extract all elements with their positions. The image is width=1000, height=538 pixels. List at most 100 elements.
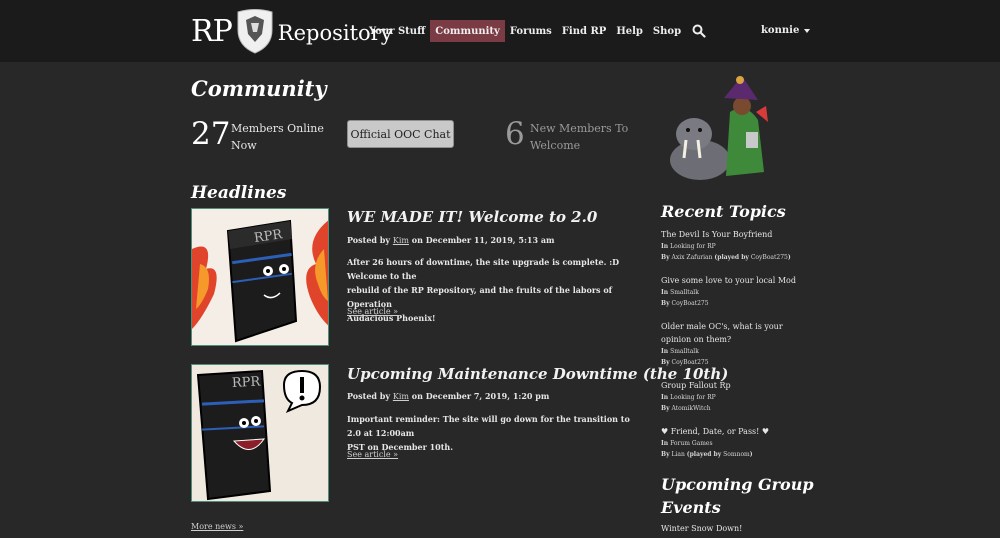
- group-events-heading-line: Events: [661, 498, 721, 517]
- logo-shield-icon: [237, 9, 273, 54]
- played-by-close: ): [787, 254, 791, 261]
- by-label: By: [661, 451, 670, 458]
- topic-forum: In Forum Games: [661, 438, 801, 449]
- see-article-link[interactable]: See article »: [347, 450, 398, 459]
- topic-title-line: opinion on them?: [661, 335, 732, 344]
- more-news-link[interactable]: More news »: [191, 522, 243, 531]
- author-link[interactable]: Lian: [671, 451, 684, 458]
- ooc-chat-button[interactable]: Official OOC Chat: [347, 120, 454, 148]
- online-count: 27: [191, 116, 231, 152]
- article-meta: Posted by Kim on December 11, 2019, 5:13…: [347, 235, 554, 245]
- in-label: In: [661, 348, 669, 355]
- article-date: on December 11, 2019, 5:13 am: [411, 235, 555, 245]
- topic-title-link[interactable]: Give some love to your local Mod: [661, 274, 801, 287]
- nav-shop[interactable]: Shop: [648, 20, 686, 42]
- article-title[interactable]: WE MADE IT! Welcome to 2.0: [347, 208, 597, 226]
- topic-author: By CoyBoat275: [661, 357, 801, 368]
- event-link[interactable]: Winter Snow Down!: [661, 524, 742, 533]
- author-link[interactable]: Kim: [393, 236, 409, 245]
- forum-link[interactable]: Looking for RP: [670, 394, 716, 401]
- online-label-line: Now: [231, 139, 257, 152]
- article-body-line: After 26 hours of downtime, the site upg…: [347, 257, 620, 281]
- article-thumbnail[interactable]: RPR: [191, 364, 329, 502]
- online-label-line: Members Online: [231, 122, 324, 135]
- site-logo[interactable]: RP Repository: [191, 7, 393, 55]
- article-body-line: Important reminder: The site will go dow…: [347, 414, 630, 438]
- recent-topics-heading: Recent Topics: [661, 202, 786, 221]
- topic-title-link[interactable]: The Devil Is Your Boyfriend: [661, 228, 801, 241]
- topic-item: The Devil Is Your Boyfriend In Looking f…: [661, 228, 801, 263]
- topic-author: By Lian (played by Somnom): [661, 449, 801, 460]
- chevron-down-icon: [804, 28, 811, 33]
- topic-item: ♥ Friend, Date, or Pass! ♥ In Forum Game…: [661, 425, 801, 460]
- group-events-heading-line: Upcoming Group: [661, 475, 814, 494]
- user-menu[interactable]: konnie: [761, 25, 811, 36]
- topic-title-link[interactable]: Group Fallout Rp: [661, 379, 801, 392]
- by-label: By: [661, 254, 670, 261]
- nav-help[interactable]: Help: [611, 20, 648, 42]
- nav-find-rp[interactable]: Find RP: [557, 20, 611, 42]
- username: konnie: [761, 25, 800, 36]
- recent-topics-list: The Devil Is Your Boyfriend In Looking f…: [661, 228, 801, 471]
- topic-author: By CoyBoat275: [661, 298, 801, 309]
- player-link[interactable]: Somnom: [723, 451, 750, 458]
- topic-forum: In Looking for RP: [661, 392, 801, 403]
- played-by-label: (played by: [686, 451, 722, 458]
- author-link[interactable]: Kim: [393, 392, 409, 401]
- forum-link[interactable]: Smalltalk: [670, 289, 699, 296]
- topic-author: By AtomikWitch: [661, 403, 801, 414]
- see-article-link[interactable]: See article »: [347, 307, 398, 316]
- player-link[interactable]: CoyBoat275: [751, 254, 788, 261]
- forum-link[interactable]: Looking for RP: [670, 243, 716, 250]
- top-navbar: RP Repository Your Stuff Community Forum…: [0, 0, 1000, 62]
- group-events-heading: Upcoming Group Events: [661, 473, 814, 519]
- nav-community[interactable]: Community: [430, 20, 505, 42]
- played-by-label: (played by: [714, 254, 749, 261]
- server-mascot-image: RPR: [192, 209, 328, 345]
- topic-title-link[interactable]: Older male OC's, what is your opinion on…: [661, 320, 801, 346]
- article-body: Important reminder: The site will go dow…: [347, 412, 645, 454]
- online-label: Members Online Now: [231, 120, 324, 154]
- new-members-label-line: Welcome: [530, 139, 581, 152]
- in-label: In: [661, 243, 669, 250]
- page-title: Community: [191, 76, 327, 101]
- article-meta: Posted by Kim on December 7, 2019, 1:20 …: [347, 391, 549, 401]
- topic-title-link[interactable]: ♥ Friend, Date, or Pass! ♥: [661, 425, 801, 438]
- author-link[interactable]: CoyBoat275: [671, 359, 708, 366]
- topic-forum: In Smalltalk: [661, 346, 801, 357]
- posted-by-label: Posted by: [347, 235, 391, 245]
- new-members-count: 6: [505, 116, 525, 152]
- in-label: In: [661, 440, 669, 447]
- by-label: By: [661, 359, 670, 366]
- topic-item: Group Fallout Rp In Looking for RP By At…: [661, 379, 801, 414]
- author-link[interactable]: Axix Zafurian: [671, 254, 712, 261]
- forum-link[interactable]: Smalltalk: [670, 348, 699, 355]
- topic-title-line: Older male OC's, what is your: [661, 322, 783, 331]
- played-by-close: ): [749, 451, 753, 458]
- nav-links: Your Stuff Community Forums Find RP Help…: [364, 20, 706, 42]
- topic-forum: In Looking for RP: [661, 241, 801, 252]
- topic-author: By Axix Zafurian (played by CoyBoat275): [661, 252, 801, 263]
- new-members-label-line: New Members To: [530, 122, 629, 135]
- in-label: In: [661, 289, 669, 296]
- topic-forum: In Smalltalk: [661, 287, 801, 298]
- author-link[interactable]: AtomikWitch: [671, 405, 710, 412]
- posted-by-label: Posted by: [347, 391, 391, 401]
- walrus-witch-mascot-image: [670, 76, 768, 180]
- headlines-heading: Headlines: [191, 183, 287, 203]
- in-label: In: [661, 394, 669, 401]
- by-label: By: [661, 405, 670, 412]
- server-alert-image: RPR: [192, 365, 328, 501]
- nav-forums[interactable]: Forums: [505, 20, 557, 42]
- topic-item: Give some love to your local Mod In Smal…: [661, 274, 801, 309]
- by-label: By: [661, 300, 670, 307]
- search-icon[interactable]: [692, 24, 706, 38]
- author-link[interactable]: CoyBoat275: [671, 300, 708, 307]
- forum-link[interactable]: Forum Games: [670, 440, 712, 447]
- new-members-label[interactable]: New Members To Welcome: [530, 120, 628, 154]
- article-date: on December 7, 2019, 1:20 pm: [411, 391, 550, 401]
- article-thumbnail[interactable]: RPR: [191, 208, 329, 346]
- topic-item: Older male OC's, what is your opinion on…: [661, 320, 801, 368]
- server-label-text: RPR: [232, 374, 262, 391]
- nav-your-stuff[interactable]: Your Stuff: [364, 20, 430, 42]
